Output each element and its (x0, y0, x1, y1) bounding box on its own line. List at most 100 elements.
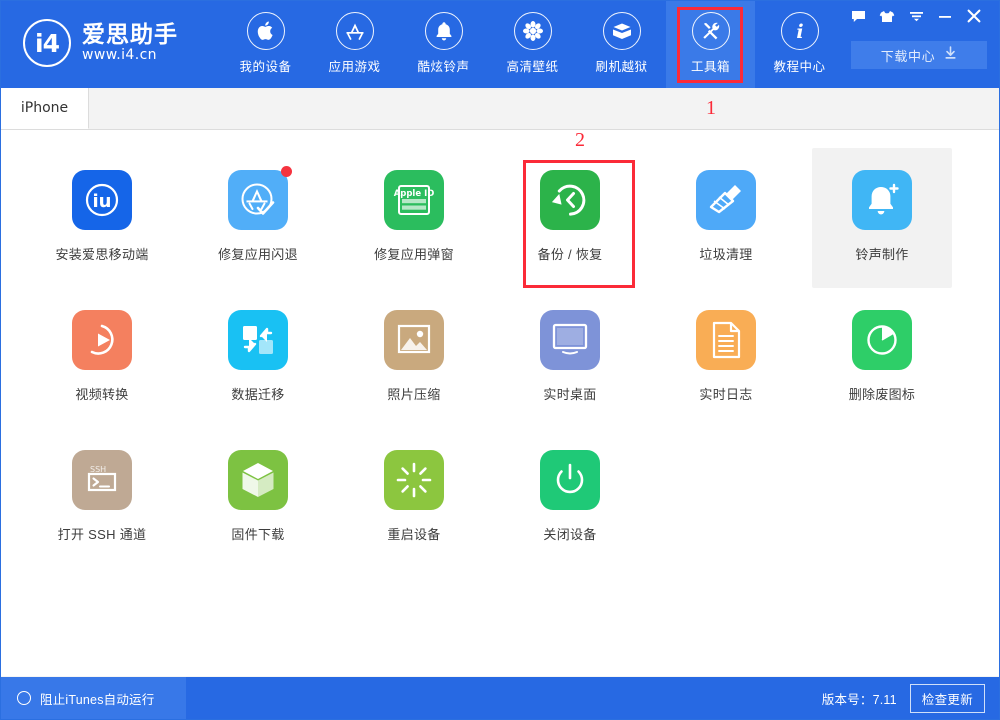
tool-cell-live-desktop[interactable]: 实时桌面 (500, 288, 640, 428)
version-label: 版本号：7.11 (821, 692, 897, 707)
block-itunes-toggle[interactable]: 阻止iTunes自动运行 (1, 677, 186, 719)
tool-label: 删除废图标 (848, 387, 916, 402)
appstore-fix-icon (228, 166, 292, 230)
cube-icon (228, 450, 288, 510)
app-logo[interactable]: i4 爱思助手 www.i4.cn (1, 1, 221, 67)
nav-item-toolbox[interactable]: 工具箱 (666, 1, 755, 88)
document-icon (696, 310, 756, 370)
tool-label: 照片压缩 (387, 387, 441, 402)
logo-text-block: 爱思助手 www.i4.cn (82, 21, 178, 65)
nav-label: 酷炫铃声 (417, 60, 470, 74)
tool-label: 备份 / 恢复 (537, 247, 603, 262)
tool-cell-shutdown-device[interactable]: 关闭设备 (500, 428, 640, 568)
app-header: i4 爱思助手 www.i4.cn 我的设备 应用游戏 酷炫铃声 高清壁纸 刷机… (1, 1, 999, 88)
tool-cell-fix-app-popup[interactable]: Apple ID 修复应用弹窗 (344, 148, 484, 288)
appstore-icon (335, 12, 374, 50)
apple-icon (246, 12, 285, 50)
tool-cell-video-convert[interactable]: 视频转换 (32, 288, 172, 428)
svg-text:Apple ID: Apple ID (394, 189, 435, 199)
device-tabstrip: iPhone (1, 88, 999, 130)
download-icon (944, 45, 957, 65)
tool-label: 打开 SSH 通道 (57, 527, 147, 542)
i4-logo-icon: i4 (23, 19, 71, 67)
check-update-button[interactable]: 检查更新 (909, 683, 985, 713)
feedback-icon[interactable] (845, 5, 871, 27)
restore-icon (540, 170, 600, 230)
restart-icon (384, 450, 444, 510)
tool-cell-ringtone-maker[interactable]: 铃声制作 (812, 148, 952, 288)
tab-iphone[interactable]: iPhone (1, 88, 89, 129)
nav-item-my-device[interactable]: 我的设备 (221, 1, 310, 88)
tool-cell-photo-compress[interactable]: 照片压缩 (344, 288, 484, 428)
i4-app-icon: iu (72, 170, 132, 230)
tool-label: 修复应用闪退 (218, 247, 298, 262)
nav-item-apps-games[interactable]: 应用游戏 (310, 1, 399, 88)
i4-assistant-window: i4 爱思助手 www.i4.cn 我的设备 应用游戏 酷炫铃声 高清壁纸 刷机… (0, 0, 1000, 720)
svg-text:iu: iu (93, 191, 112, 212)
info-icon: i (780, 12, 819, 50)
nav-label: 刷机越狱 (595, 60, 648, 74)
logo-title: 爱思助手 (82, 21, 178, 48)
main-nav: 我的设备 应用游戏 酷炫铃声 高清壁纸 刷机越狱 工具箱 i 教程中心 (221, 1, 844, 88)
tool-cell-junk-cleanup[interactable]: 垃圾清理 (656, 148, 796, 288)
tool-label: 关闭设备 (543, 527, 597, 542)
ssh-terminal-icon: SSH (72, 450, 132, 510)
svg-text:i: i (796, 21, 803, 42)
window-controls (845, 5, 987, 27)
tool-label: 安装爱思移动端 (55, 247, 149, 262)
tool-cell-install-i4-mobile[interactable]: iu 安装爱思移动端 (32, 148, 172, 288)
tool-cell-backup-restore[interactable]: 备份 / 恢复 (500, 148, 640, 288)
tool-label: 铃声制作 (855, 247, 909, 262)
bell-icon (424, 12, 463, 50)
broom-icon (696, 170, 756, 230)
monitor-icon (540, 310, 600, 370)
skin-icon[interactable] (874, 5, 900, 27)
nav-label: 应用游戏 (328, 60, 381, 74)
tool-label: 实时桌面 (543, 387, 597, 402)
power-icon (540, 450, 600, 510)
tool-cell-restart-device[interactable]: 重启设备 (344, 428, 484, 568)
tool-label: 视频转换 (75, 387, 129, 402)
download-center-label: 下载中心 (880, 48, 936, 64)
tool-cell-fix-app-crash[interactable]: 修复应用闪退 (188, 148, 328, 288)
apple-id-icon: Apple ID (384, 170, 444, 230)
nav-item-ringtones[interactable]: 酷炫铃声 (399, 1, 488, 88)
tool-cell-remove-dead-icons[interactable]: 删除废图标 (812, 288, 952, 428)
close-icon[interactable] (961, 5, 987, 27)
status-right-group: 版本号：7.11 检查更新 (821, 683, 999, 713)
tool-label: 垃圾清理 (699, 247, 753, 262)
minimize-icon[interactable] (932, 5, 958, 27)
nav-label: 教程中心 (773, 60, 826, 74)
flower-icon (513, 12, 552, 50)
nav-label: 我的设备 (239, 60, 292, 74)
notification-badge (281, 166, 292, 177)
nav-label: 工具箱 (690, 60, 730, 74)
download-center-button[interactable]: 下载中心 (851, 41, 987, 69)
wrench-screwdriver-icon (691, 12, 730, 50)
tool-cell-live-log[interactable]: 实时日志 (656, 288, 796, 428)
block-itunes-label: 阻止iTunes自动运行 (40, 692, 155, 707)
tabstrip-filler (89, 88, 999, 129)
nav-label: 高清壁纸 (506, 60, 559, 74)
menu-icon[interactable] (903, 5, 929, 27)
nav-item-flash-jailbreak[interactable]: 刷机越狱 (577, 1, 666, 88)
logo-mark: i4 (35, 28, 60, 58)
tool-label: 修复应用弹窗 (374, 247, 454, 262)
photo-icon (384, 310, 444, 370)
svg-text:SSH: SSH (90, 465, 106, 474)
tool-cell-firmware-download[interactable]: 固件下载 (188, 428, 328, 568)
nav-item-tutorials[interactable]: i 教程中心 (755, 1, 844, 88)
open-box-icon (602, 12, 641, 50)
tools-grid: iu 安装爱思移动端 修复应用闪退 Apple ID 修复应用弹窗 备份 / 恢… (1, 130, 999, 568)
migrate-icon (228, 310, 288, 370)
tool-label: 数据迁移 (231, 387, 285, 402)
nav-item-wallpapers[interactable]: 高清壁纸 (488, 1, 577, 88)
tool-cell-open-ssh-tunnel[interactable]: SSH 打开 SSH 通道 (32, 428, 172, 568)
status-bar: 阻止iTunes自动运行 版本号：7.11 检查更新 (1, 677, 999, 719)
toolbox-main: iu 安装爱思移动端 修复应用闪退 Apple ID 修复应用弹窗 备份 / 恢… (1, 130, 999, 676)
bell-plus-icon (852, 170, 912, 230)
tool-label: 固件下载 (231, 527, 285, 542)
tool-cell-data-migration[interactable]: 数据迁移 (188, 288, 328, 428)
pie-icon (852, 310, 912, 370)
tool-label: 实时日志 (699, 387, 753, 402)
